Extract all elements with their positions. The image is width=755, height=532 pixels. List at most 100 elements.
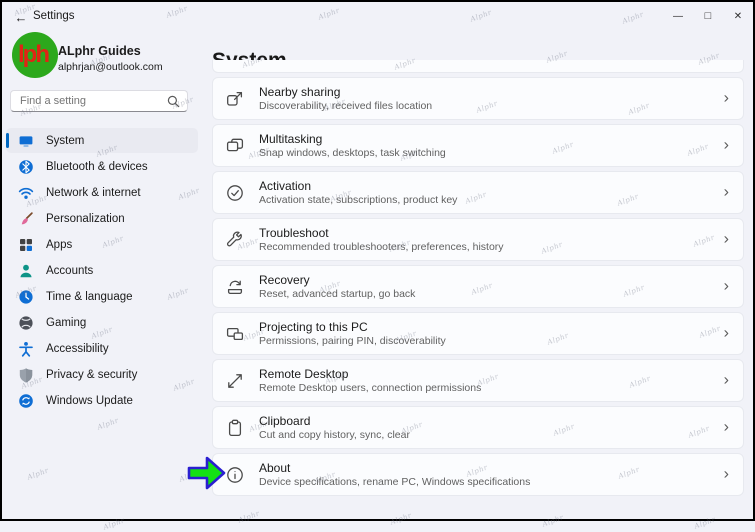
card-title: Multitasking <box>259 131 323 146</box>
maximize-icon: □ <box>704 10 712 22</box>
chevron-right-icon: › <box>723 323 729 341</box>
watermark-text: Alphr <box>96 416 120 432</box>
back-icon: ← <box>14 9 28 25</box>
sidebar-item-label: Time & language <box>46 290 133 303</box>
close-button[interactable]: ✕ <box>723 2 753 30</box>
watermark-text: Alphr <box>26 466 50 482</box>
avatar: lph <box>12 32 58 78</box>
card-subtitle: Recommended troubleshooters, preferences… <box>259 240 504 253</box>
sidebar-item-apps[interactable]: Apps <box>6 232 198 257</box>
scrolled-card-remnant <box>212 60 744 73</box>
sidebar-item-label: Apps <box>46 238 73 251</box>
sidebar-item-privacy-security[interactable]: Privacy & security <box>6 362 198 387</box>
about-icon <box>225 465 245 485</box>
chevron-right-icon: › <box>723 182 729 200</box>
personalization-icon <box>18 211 34 227</box>
privacy-security-icon <box>18 367 34 383</box>
titlebar: ← Settings — □ ✕ <box>2 2 753 32</box>
settings-card-list: Nearby sharing Discoverability, received… <box>212 60 744 500</box>
annotation-arrow-icon <box>187 454 227 492</box>
search-box[interactable] <box>10 90 188 112</box>
maximize-button[interactable]: □ <box>693 2 723 30</box>
card-recovery[interactable]: Recovery Reset, advanced startup, go bac… <box>212 265 744 308</box>
sidebar-item-system[interactable]: System <box>6 128 198 153</box>
sidebar-item-label: Personalization <box>46 212 125 225</box>
card-subtitle: Cut and copy history, sync, clear <box>259 428 410 441</box>
windows-update-icon <box>18 393 34 409</box>
system-icon <box>18 133 34 149</box>
card-title: About <box>259 460 291 475</box>
back-button[interactable]: ← <box>10 6 32 28</box>
chevron-right-icon: › <box>723 276 729 294</box>
chevron-right-icon: › <box>723 135 729 153</box>
gaming-icon <box>18 315 34 331</box>
card-title: Nearby sharing <box>259 84 341 99</box>
time-language-icon <box>18 289 34 305</box>
sidebar-item-label: Windows Update <box>46 394 133 407</box>
card-subtitle: Permissions, pairing PIN, discoverabilit… <box>259 334 446 347</box>
card-subtitle: Activation state, subscriptions, product… <box>259 193 458 206</box>
sidebar-nav: System Bluetooth & devices Network & int… <box>6 128 198 414</box>
chevron-right-icon: › <box>723 464 729 482</box>
sidebar-item-bluetooth-devices[interactable]: Bluetooth & devices <box>6 154 198 179</box>
sidebar-item-label: Gaming <box>46 316 87 329</box>
sidebar-item-label: Bluetooth & devices <box>46 160 148 173</box>
sidebar-item-windows-update[interactable]: Windows Update <box>6 388 198 413</box>
sidebar-item-label: System <box>46 134 85 147</box>
clipboard-icon <box>225 418 245 438</box>
card-subtitle: Snap windows, desktops, task switching <box>259 146 446 159</box>
nearby-sharing-icon <box>225 89 245 109</box>
card-remote-desktop[interactable]: Remote Desktop Remote Desktop users, con… <box>212 359 744 402</box>
watermark-text: Alphr <box>389 511 413 527</box>
search-input[interactable] <box>11 91 170 111</box>
remote-desktop-icon <box>225 371 245 391</box>
sidebar-item-time-language[interactable]: Time & language <box>6 284 198 309</box>
card-activation[interactable]: Activation Activation state, subscriptio… <box>212 171 744 214</box>
sidebar-item-label: Network & internet <box>46 186 141 199</box>
watermark-text: Alphr <box>541 513 565 529</box>
sidebar-item-network-internet[interactable]: Network & internet <box>6 180 198 205</box>
card-title: Clipboard <box>259 413 311 428</box>
sidebar-item-accessibility[interactable]: Accessibility <box>6 336 198 361</box>
chevron-right-icon: › <box>723 88 729 106</box>
window-controls: — □ ✕ <box>663 2 753 30</box>
bluetooth-icon <box>18 159 34 175</box>
watermark-text: Alphr <box>237 509 261 525</box>
sidebar-item-label: Accessibility <box>46 342 109 355</box>
card-clipboard[interactable]: Clipboard Cut and copy history, sync, cl… <box>212 406 744 449</box>
sidebar-item-label: Privacy & security <box>46 368 138 381</box>
search-icon <box>167 95 180 108</box>
close-icon: ✕ <box>733 10 743 22</box>
window-title: Settings <box>33 10 75 22</box>
accessibility-icon <box>18 341 34 357</box>
sidebar-item-accounts[interactable]: Accounts <box>6 258 198 283</box>
sidebar-item-personalization[interactable]: Personalization <box>6 206 198 231</box>
card-subtitle: Remote Desktop users, connection permiss… <box>259 381 482 394</box>
card-nearby-sharing[interactable]: Nearby sharing Discoverability, received… <box>212 77 744 120</box>
network-icon <box>18 185 34 201</box>
multitasking-icon <box>225 136 245 156</box>
avatar-text: lph <box>18 41 50 68</box>
profile-name: ALphr Guides <box>58 44 141 58</box>
card-projecting-to-this-pc[interactable]: Projecting to this PC Permissions, pairi… <box>212 312 744 355</box>
minimize-button[interactable]: — <box>663 2 693 30</box>
card-title: Remote Desktop <box>259 366 349 381</box>
card-troubleshoot[interactable]: Troubleshoot Recommended troubleshooters… <box>212 218 744 261</box>
accounts-icon <box>18 263 34 279</box>
sidebar-item-label: Accounts <box>46 264 94 277</box>
selection-accent-bar <box>6 133 9 148</box>
profile-email: alphrjan@outlook.com <box>58 61 163 73</box>
sidebar-item-gaming[interactable]: Gaming <box>6 310 198 335</box>
activation-icon <box>225 183 245 203</box>
card-title: Projecting to this PC <box>259 319 368 334</box>
apps-icon <box>18 237 34 253</box>
card-title: Troubleshoot <box>259 225 329 240</box>
watermark-text: Alphr <box>693 515 717 531</box>
watermark-text: Alphr <box>102 516 126 532</box>
card-about[interactable]: About Device specifications, rename PC, … <box>212 453 744 496</box>
recovery-icon <box>225 277 245 297</box>
card-multitasking[interactable]: Multitasking Snap windows, desktops, tas… <box>212 124 744 167</box>
projecting-icon <box>225 324 245 344</box>
card-subtitle: Reset, advanced startup, go back <box>259 287 416 300</box>
chevron-right-icon: › <box>723 229 729 247</box>
